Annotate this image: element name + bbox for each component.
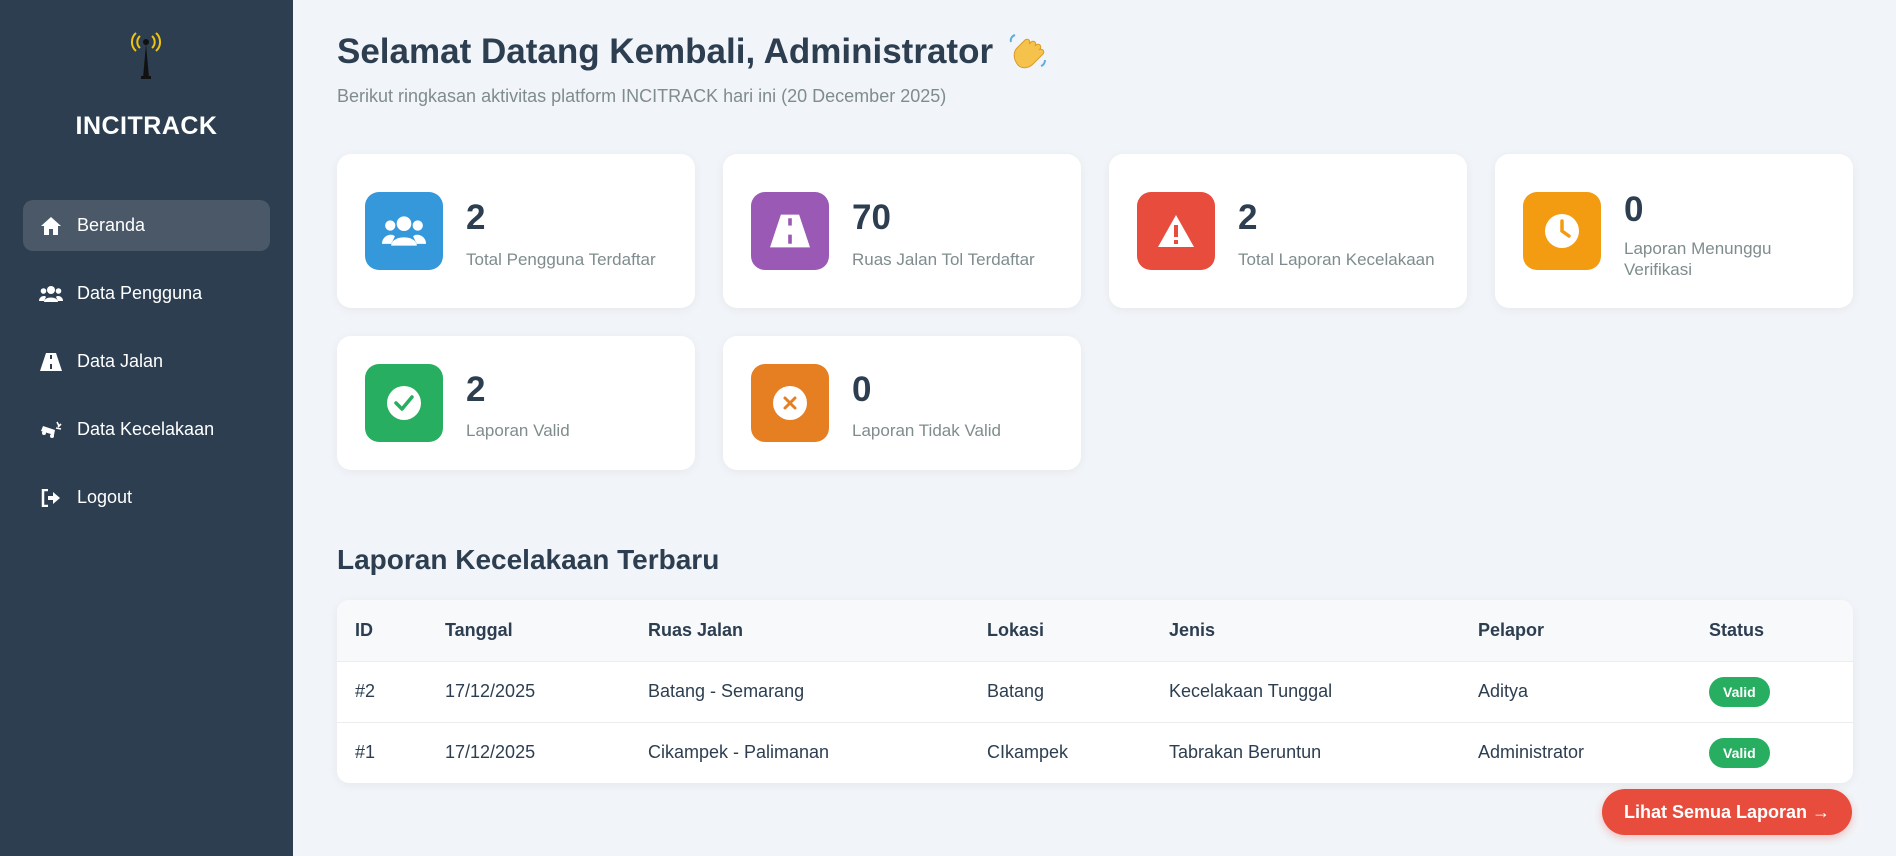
warning-icon [1137,192,1215,270]
cell-reporter: Aditya [1460,661,1691,723]
column-header: Ruas Jalan [630,600,969,662]
page-title-text: Selamat Datang Kembali, Administrator [337,32,994,71]
stat-card-laporan-tidak-valid: 0 Laporan Tidak Valid [723,336,1081,470]
cell-date: 17/12/2025 [445,742,536,763]
clock-icon [1523,192,1601,270]
x-circle-icon [751,364,829,442]
sidebar-item-beranda[interactable]: Beranda [23,200,270,251]
sidebar-item-label: Logout [77,487,133,507]
cell-id: #2 [337,661,427,723]
cell-road: Batang - Semarang [630,661,969,723]
cell-road: Cikampek - Palimanan [648,742,830,763]
cell-type: Tabrakan Beruntun [1169,742,1322,763]
cell-status: Valid [1691,661,1853,723]
cell-reporter: Administrator [1478,742,1585,763]
column-header: ID [337,600,427,662]
car-crash-icon [39,419,63,441]
stat-card-laporan-valid: 2 Laporan Valid [337,336,695,470]
stat-value: 2 [1238,198,1258,237]
stat-value: 70 [852,198,891,237]
stat-value: 2 [466,198,486,237]
sidebar-nav: Beranda Data Pengguna Data Jalan Data Ke… [23,200,270,540]
check-circle-icon [365,364,443,442]
sidebar-item-data-pengguna[interactable]: Data Pengguna [23,268,270,319]
sidebar-item-label: Data Jalan [77,351,164,371]
users-icon [365,192,443,270]
logout-icon [39,487,63,509]
stat-card-total-pengguna: 2 Total Pengguna Terdaftar [337,154,695,308]
sidebar-item-label: Beranda [77,215,146,235]
stat-label: Laporan Menunggu Verifikasi [1624,239,1772,279]
main-content: Selamat Datang Kembali, Administrator Be… [293,0,1896,856]
column-header: Lokasi [969,600,1151,662]
users-icon [39,283,63,305]
table-row[interactable]: #1 17/12/2025 Cikampek - Palimanan CIkam… [337,722,1853,783]
stat-value: 2 [466,370,486,409]
road-icon [39,351,63,373]
stat-label: Total Laporan Kecelakaan [1238,250,1435,269]
cell-type: Kecelakaan Tunggal [1151,661,1460,723]
sidebar-item-label: Data Kecelakaan [77,419,215,439]
stat-value: 0 [852,370,872,409]
sidebar: INCITRACK Beranda Data Pengguna Data Jal… [0,0,293,856]
recent-reports-table: ID Tanggal Ruas Jalan Lokasi Jenis Pelap… [337,600,1853,783]
see-all-reports-button[interactable]: Lihat Semua Laporan → [1601,789,1852,835]
column-header: Jenis [1151,600,1460,662]
sidebar-item-label: Data Pengguna [77,283,203,303]
table-row[interactable]: #2 17/12/2025 Batang - Semarang Batang K… [337,661,1853,723]
brand-name: INCITRACK [75,112,218,140]
stat-label: Laporan Tidak Valid [852,421,1002,440]
table-header-row: ID Tanggal Ruas Jalan Lokasi Jenis Pelap… [337,600,1853,662]
cell-status: Valid [1691,722,1853,783]
stat-value: 0 [1624,190,1644,229]
status-badge: Valid [1709,737,1770,768]
cell-location: CIkampek [987,742,1069,763]
road-icon [751,192,829,270]
sidebar-item-data-jalan[interactable]: Data Jalan [23,336,270,387]
stat-label: Ruas Jalan Tol Terdaftar [852,250,1035,269]
cell-id: #1 [355,742,376,763]
stat-card-menunggu-verifikasi: 0 Laporan Menunggu Verifikasi [1495,154,1853,308]
page-subtitle: Berikut ringkasan aktivitas platform INC… [337,86,947,106]
stat-label: Total Pengguna Terdaftar [466,250,656,269]
cell-location: Batang [969,661,1151,723]
stat-card-ruas-jalan: 70 Ruas Jalan Tol Terdaftar [723,154,1081,308]
sidebar-item-data-kecelakaan[interactable]: Data Kecelakaan [23,404,270,455]
stat-card-total-laporan: 2 Total Laporan Kecelakaan [1109,154,1467,308]
page-title: Selamat Datang Kembali, Administrator [337,32,1047,72]
column-header: Pelapor [1460,600,1691,662]
column-header: Status [1691,600,1853,662]
antenna-tower-icon [130,30,162,80]
column-header: Tanggal [427,600,630,662]
waving-hand-icon [1007,32,1047,72]
status-badge: Valid [1709,676,1770,707]
sidebar-item-logout[interactable]: Logout [23,472,270,523]
section-title: Laporan Kecelakaan Terbaru [337,544,720,575]
home-icon [39,215,63,237]
stat-label: Laporan Valid [466,421,570,440]
cell-date: 17/12/2025 [427,661,630,723]
